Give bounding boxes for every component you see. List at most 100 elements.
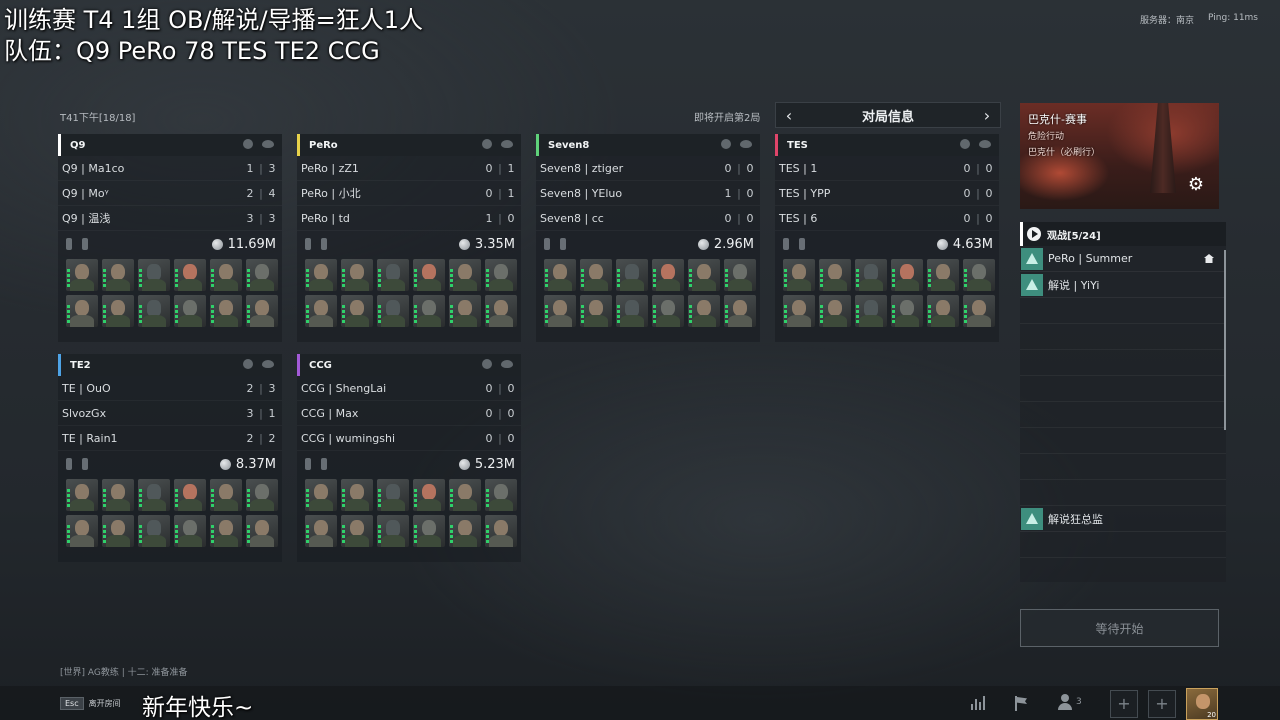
operator-portrait[interactable] — [138, 295, 170, 327]
operator-portrait[interactable] — [616, 295, 648, 327]
player-row[interactable]: CCG | wumingshi 0 | 0 — [297, 426, 521, 451]
player-row[interactable]: CCG | Max 0 | 0 — [297, 401, 521, 426]
shield-icon[interactable] — [482, 359, 492, 369]
operator-portrait[interactable] — [102, 479, 134, 511]
operator-portrait[interactable] — [485, 295, 517, 327]
operator-portrait[interactable] — [688, 259, 720, 291]
operator-portrait[interactable] — [580, 295, 612, 327]
operator-portrait[interactable] — [819, 295, 851, 327]
eye-icon[interactable] — [262, 360, 274, 368]
shield-icon[interactable] — [243, 139, 253, 149]
add-slot-button[interactable]: + — [1148, 690, 1176, 718]
player-row[interactable]: Q9 | 温浅 3 | 3 — [58, 206, 282, 231]
player-row[interactable]: Q9 | Ma1co 1 | 3 — [58, 156, 282, 181]
operator-portrait[interactable] — [377, 479, 409, 511]
spectator-scrollbar[interactable] — [1224, 250, 1226, 430]
player-row[interactable]: PeRo | zZ1 0 | 1 — [297, 156, 521, 181]
operator-portrait[interactable] — [210, 479, 242, 511]
operator-portrait[interactable] — [652, 259, 684, 291]
operator-portrait[interactable] — [485, 479, 517, 511]
player-row[interactable]: TE | OuO 2 | 3 — [58, 376, 282, 401]
gear-icon[interactable]: ⚙ — [1186, 175, 1206, 195]
operator-portrait[interactable] — [305, 515, 337, 547]
operator-portrait[interactable] — [66, 259, 98, 291]
operator-portrait[interactable] — [66, 295, 98, 327]
operator-portrait[interactable] — [174, 479, 206, 511]
operator-portrait[interactable] — [616, 259, 648, 291]
eye-icon[interactable] — [740, 140, 752, 148]
operator-portrait[interactable] — [102, 515, 134, 547]
operator-portrait[interactable] — [246, 479, 278, 511]
operator-portrait[interactable] — [66, 515, 98, 547]
player-row[interactable]: Seven8 | ztiger 0 | 0 — [536, 156, 760, 181]
operator-portrait[interactable] — [102, 295, 134, 327]
operator-portrait[interactable] — [580, 259, 612, 291]
operator-portrait[interactable] — [174, 515, 206, 547]
player-row[interactable]: PeRo | 小北 0 | 1 — [297, 181, 521, 206]
operator-portrait[interactable] — [783, 259, 815, 291]
operator-portrait[interactable] — [413, 515, 445, 547]
operator-portrait[interactable] — [341, 295, 373, 327]
eye-icon[interactable] — [979, 140, 991, 148]
operator-portrait[interactable] — [305, 295, 337, 327]
operator-portrait[interactable] — [688, 295, 720, 327]
shield-icon[interactable] — [721, 139, 731, 149]
operator-portrait[interactable] — [724, 295, 756, 327]
operator-portrait[interactable] — [724, 259, 756, 291]
flag-icon[interactable] — [1012, 694, 1030, 712]
player-row[interactable]: PeRo | td 1 | 0 — [297, 206, 521, 231]
operator-portrait[interactable] — [246, 515, 278, 547]
operator-portrait[interactable] — [413, 295, 445, 327]
spectator-row[interactable]: 解说 | YiYi — [1020, 272, 1226, 298]
player-row[interactable]: Seven8 | YEluo 1 | 0 — [536, 181, 760, 206]
operator-portrait[interactable] — [449, 295, 481, 327]
operator-portrait[interactable] — [783, 295, 815, 327]
operator-portrait[interactable] — [485, 515, 517, 547]
stats-icon[interactable] — [969, 694, 987, 712]
operator-portrait[interactable] — [449, 259, 481, 291]
operator-portrait[interactable] — [305, 479, 337, 511]
player-row[interactable]: TE | Rain1 2 | 2 — [58, 426, 282, 451]
operator-portrait[interactable] — [819, 259, 851, 291]
eye-icon[interactable] — [501, 360, 513, 368]
operator-portrait[interactable] — [102, 259, 134, 291]
operator-portrait[interactable] — [927, 259, 959, 291]
operator-portrait[interactable] — [652, 295, 684, 327]
operator-portrait[interactable] — [377, 259, 409, 291]
operator-portrait[interactable] — [485, 259, 517, 291]
operator-portrait[interactable] — [377, 295, 409, 327]
shield-icon[interactable] — [960, 139, 970, 149]
operator-portrait[interactable] — [449, 515, 481, 547]
operator-portrait[interactable] — [341, 479, 373, 511]
operator-portrait[interactable] — [66, 479, 98, 511]
operator-portrait[interactable] — [246, 295, 278, 327]
operator-portrait[interactable] — [174, 259, 206, 291]
player-row[interactable]: CCG | ShengLai 0 | 0 — [297, 376, 521, 401]
operator-portrait[interactable] — [963, 259, 995, 291]
operator-portrait[interactable] — [138, 479, 170, 511]
avatar[interactable]: 20 — [1186, 688, 1218, 720]
party-button[interactable]: 3 — [1058, 694, 1082, 710]
eye-icon[interactable] — [262, 140, 274, 148]
add-slot-button[interactable]: + — [1110, 690, 1138, 718]
operator-portrait[interactable] — [413, 259, 445, 291]
operator-portrait[interactable] — [855, 295, 887, 327]
operator-portrait[interactable] — [341, 259, 373, 291]
player-row[interactable]: SlvozGx 3 | 1 — [58, 401, 282, 426]
operator-portrait[interactable] — [210, 295, 242, 327]
operator-portrait[interactable] — [138, 259, 170, 291]
next-arrow-icon[interactable]: › — [980, 106, 994, 125]
operator-portrait[interactable] — [449, 479, 481, 511]
player-row[interactable]: Seven8 | cc 0 | 0 — [536, 206, 760, 231]
prev-arrow-icon[interactable]: ‹ — [782, 106, 796, 125]
operator-portrait[interactable] — [413, 479, 445, 511]
operator-portrait[interactable] — [174, 295, 206, 327]
spectator-row[interactable]: PeRo | Summer — [1020, 246, 1226, 272]
player-row[interactable]: TES | 6 0 | 0 — [775, 206, 999, 231]
operator-portrait[interactable] — [927, 295, 959, 327]
operator-portrait[interactable] — [855, 259, 887, 291]
operator-portrait[interactable] — [246, 259, 278, 291]
operator-portrait[interactable] — [138, 515, 170, 547]
operator-portrait[interactable] — [341, 515, 373, 547]
operator-portrait[interactable] — [963, 295, 995, 327]
